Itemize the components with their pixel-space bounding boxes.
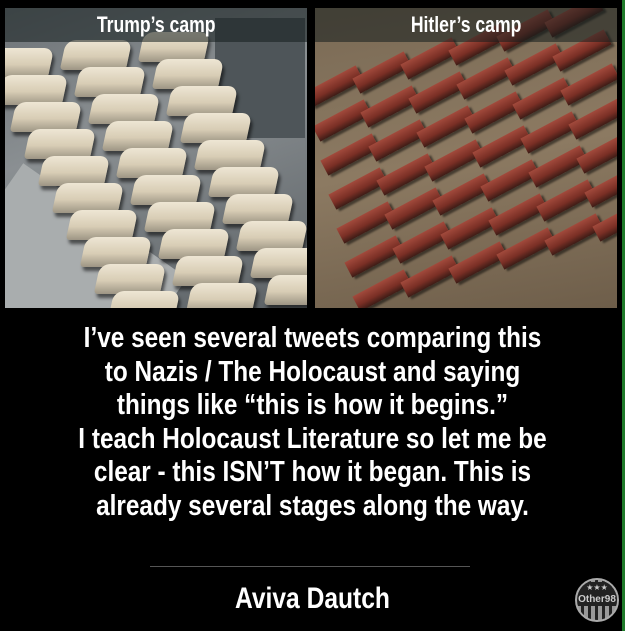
- barrack: [448, 241, 508, 284]
- tent: [193, 140, 267, 170]
- right-caption-text: Hitler’s camp: [410, 12, 522, 37]
- barrack: [315, 99, 372, 142]
- tent: [221, 194, 295, 224]
- tent: [249, 248, 307, 278]
- barrack: [544, 213, 604, 256]
- tent: [51, 183, 125, 213]
- tent: [151, 59, 225, 89]
- tent-camp-photo: Trump’s camp: [5, 8, 307, 308]
- barrack: [384, 187, 444, 230]
- barrack: [416, 105, 476, 148]
- quote-line: I’ve seen several tweets comparing this: [83, 322, 542, 354]
- barrack: [344, 235, 404, 278]
- tent: [65, 210, 139, 240]
- barrack: [432, 173, 492, 216]
- tent: [93, 264, 167, 294]
- tent: [79, 237, 153, 267]
- meme-image: Trump’s camp Hitler’s camp I’ve seen sev…: [0, 0, 625, 631]
- tent: [129, 175, 203, 205]
- logo-text: Other98: [577, 594, 617, 606]
- tent: [107, 291, 181, 308]
- quote-text: I’ve seen several tweets comparing this …: [0, 322, 622, 524]
- other98-logo: ★★★ Other98: [575, 578, 619, 622]
- tent: [165, 86, 239, 116]
- author-name: Aviva Dautch: [0, 582, 622, 616]
- tent: [115, 148, 189, 178]
- barrack: [368, 119, 428, 162]
- barrack: [456, 57, 516, 100]
- tent: [5, 75, 69, 105]
- barrack: [480, 159, 540, 202]
- tent: [143, 202, 217, 232]
- tent: [263, 275, 307, 305]
- barrack: [440, 207, 500, 250]
- tent: [101, 121, 175, 151]
- barrack: [376, 153, 436, 196]
- logo-stars: ★★★: [577, 582, 617, 594]
- tent: [171, 256, 245, 286]
- tent: [73, 67, 147, 97]
- barrack: [560, 63, 617, 106]
- barrack: [392, 221, 452, 264]
- tent: [37, 156, 111, 186]
- divider: [150, 566, 470, 567]
- barrack: [424, 139, 484, 182]
- barrack: [408, 71, 468, 114]
- right-caption: Hitler’s camp: [315, 8, 617, 42]
- barrack: [488, 193, 548, 236]
- tent: [157, 229, 231, 259]
- tent: [235, 221, 307, 251]
- tent: [9, 102, 83, 132]
- tent: [87, 94, 161, 124]
- quote-line: to Nazis / The Holocaust and saying: [104, 355, 521, 388]
- left-caption: Trump’s camp: [5, 8, 307, 42]
- quote-line: I teach Holocaust Literature so let me b…: [78, 422, 547, 455]
- left-caption-text: Trump’s camp: [96, 12, 216, 37]
- barrack: [496, 227, 556, 270]
- barracks-camp-photo: Hitler’s camp: [315, 8, 617, 308]
- barrack: [464, 91, 524, 134]
- barrack: [328, 167, 388, 210]
- barrack: [352, 51, 412, 94]
- barrack: [520, 111, 580, 154]
- barrack: [400, 255, 460, 298]
- author-name-text: Aviva Dautch: [235, 582, 390, 615]
- tent: [207, 167, 281, 197]
- quote-line: already several stages along the way.: [96, 489, 529, 522]
- barrack: [360, 85, 420, 128]
- barrack: [472, 125, 532, 168]
- tent: [185, 283, 259, 308]
- barrack: [512, 77, 572, 120]
- barrack: [536, 179, 596, 222]
- barrack: [336, 201, 396, 244]
- tent: [179, 113, 253, 143]
- quote-line: clear - this ISN’T how it began. This is: [93, 456, 532, 489]
- barrack: [400, 37, 460, 80]
- quote-line: things like “this is how it begins.”: [116, 389, 509, 422]
- tent: [5, 48, 55, 78]
- tent: [59, 40, 133, 70]
- barrack: [528, 145, 588, 188]
- barrack: [320, 133, 380, 176]
- tent: [23, 129, 97, 159]
- barrack: [504, 43, 564, 86]
